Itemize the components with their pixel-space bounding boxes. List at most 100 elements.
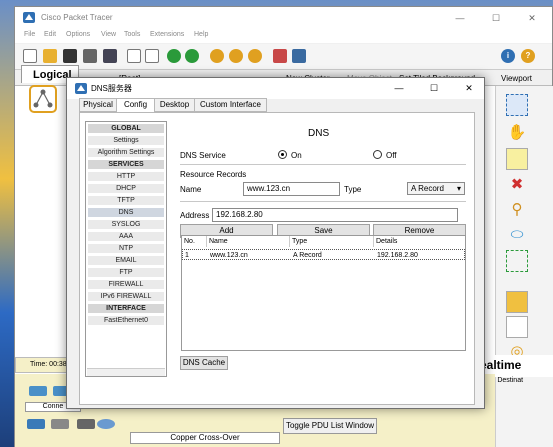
viewport-button[interactable]: Viewport	[501, 74, 532, 83]
logical-view-icon[interactable]	[29, 85, 57, 113]
address-input[interactable]: 192.168.2.80	[212, 208, 458, 222]
config-navigation-list: GLOBAL Settings Algorithm Settings SERVI…	[85, 121, 167, 377]
help-icon[interactable]: ?	[521, 49, 535, 63]
dns-heading: DNS	[308, 128, 330, 139]
dialog-title-bar[interactable]: DNS服务器 — ☐ ✕	[67, 78, 484, 99]
table-header-type: Type	[290, 236, 374, 247]
inspect-tool-icon[interactable]: ⚲	[506, 199, 528, 221]
address-label: Address	[180, 211, 210, 220]
pt-maximize-button[interactable]: ☐	[484, 10, 508, 26]
config-item-ntp[interactable]: NTP	[88, 244, 164, 254]
table-header-name: Name	[207, 236, 290, 247]
pt-menu-bar: File Edit Options View Tools Extensions …	[15, 29, 552, 43]
resize-shape-icon[interactable]	[506, 250, 528, 272]
tab-desktop[interactable]: Desktop	[154, 98, 195, 112]
menu-extensions[interactable]: Extensions	[150, 31, 184, 38]
redo-icon[interactable]	[185, 49, 199, 63]
copy-icon[interactable]	[127, 49, 141, 63]
menu-edit[interactable]: Edit	[44, 31, 56, 38]
table-row[interactable]: 1 www.123.cn A Record 192.168.2.80	[182, 249, 465, 260]
config-tab-panel: GLOBAL Settings Algorithm Settings SERVI…	[79, 112, 475, 405]
dialog-close-button[interactable]: ✕	[455, 80, 483, 97]
dns-service-off-radio[interactable]	[373, 150, 382, 159]
table-header-no: No.	[182, 236, 207, 247]
custom-device-icon[interactable]	[292, 49, 306, 63]
paste-icon[interactable]	[145, 49, 159, 63]
row-type: A Record	[293, 252, 322, 259]
new-file-icon[interactable]	[23, 49, 37, 63]
config-item-dns[interactable]: DNS	[88, 208, 164, 218]
menu-tools[interactable]: Tools	[124, 31, 140, 38]
add-complex-pdu-icon[interactable]	[506, 316, 528, 338]
divider	[180, 164, 466, 165]
row-no: 1	[185, 252, 189, 259]
record-name-label: Name	[180, 185, 202, 194]
save-icon[interactable]	[63, 49, 77, 63]
palette-icon[interactable]	[273, 49, 287, 63]
config-header-services: SERVICES	[88, 160, 164, 170]
record-type-select[interactable]: A Record	[407, 182, 465, 195]
row-details: 192.168.2.80	[377, 252, 418, 259]
config-item-fastethernet0[interactable]: FastEthernet0	[88, 316, 164, 326]
zoom-in-icon[interactable]	[210, 49, 224, 63]
config-list-scrollbar[interactable]	[87, 368, 165, 376]
open-folder-icon[interactable]	[43, 49, 57, 63]
hand-tool-icon[interactable]: ✋	[506, 122, 528, 144]
config-item-aaa[interactable]: AAA	[88, 232, 164, 242]
config-item-firewall[interactable]: FIREWALL	[88, 280, 164, 290]
realtime-label: ealtime	[480, 358, 522, 372]
server-device-icon[interactable]	[51, 419, 69, 429]
print-icon[interactable]	[83, 49, 97, 63]
destination-header: Destinat	[497, 377, 524, 384]
menu-help[interactable]: Help	[194, 31, 208, 38]
menu-options[interactable]: Options	[66, 31, 90, 38]
device-router-icon[interactable]	[29, 386, 47, 396]
packet-tracer-logo-icon	[23, 12, 35, 23]
config-item-settings[interactable]: Settings	[88, 136, 164, 146]
config-item-dhcp[interactable]: DHCP	[88, 184, 164, 194]
config-item-algorithm-settings[interactable]: Algorithm Settings	[88, 148, 164, 158]
config-item-ftp[interactable]: FTP	[88, 268, 164, 278]
pt-minimize-button[interactable]: —	[448, 10, 472, 26]
config-item-tftp[interactable]: TFTP	[88, 196, 164, 206]
draw-shape-icon[interactable]: ⬭	[506, 224, 528, 246]
dns-service-on-label: On	[291, 151, 302, 160]
delete-tool-icon[interactable]: ✖	[506, 174, 528, 196]
record-type-label: Type	[344, 185, 362, 194]
dns-service-off-label: Off	[386, 151, 397, 160]
pt-toolbar: i ?	[15, 44, 552, 70]
end-device-icon[interactable]	[27, 419, 45, 429]
menu-file[interactable]: File	[24, 31, 35, 38]
note-tool-icon[interactable]	[506, 148, 528, 170]
selected-connection-label: Copper Cross-Over	[130, 432, 280, 444]
dialog-minimize-button[interactable]: —	[385, 80, 413, 97]
menu-view[interactable]: View	[101, 31, 116, 38]
add-simple-pdu-icon[interactable]	[506, 291, 528, 313]
pt-close-button[interactable]: ✕	[520, 10, 544, 26]
right-tool-panel: ✋ ✖ ⚲ ⬭ ◎	[495, 86, 553, 447]
info-icon[interactable]: i	[501, 49, 515, 63]
config-item-ipv6-firewall[interactable]: IPv6 FIREWALL	[88, 292, 164, 302]
dns-server-dialog: DNS服务器 — ☐ ✕ Physical Config Desktop Cus…	[66, 77, 485, 409]
cable-auto-icon[interactable]	[77, 419, 95, 429]
config-item-syslog[interactable]: SYSLOG	[88, 220, 164, 230]
activity-wizard-icon[interactable]	[103, 49, 117, 63]
config-item-email[interactable]: EMAIL	[88, 256, 164, 266]
record-name-input[interactable]: www.123.cn	[243, 182, 340, 196]
undo-icon[interactable]	[167, 49, 181, 63]
tab-custom-interface[interactable]: Custom Interface	[194, 98, 267, 112]
time-label: Time: 00:38	[30, 361, 67, 368]
select-tool-icon[interactable]	[506, 94, 528, 116]
wireless-device-icon[interactable]	[97, 419, 115, 429]
dns-service-on-radio[interactable]	[278, 150, 287, 159]
tab-physical[interactable]: Physical	[79, 98, 117, 112]
config-item-http[interactable]: HTTP	[88, 172, 164, 182]
dialog-title: DNS服务器	[91, 84, 132, 93]
toggle-pdu-list-button[interactable]: Toggle PDU List Window	[283, 418, 377, 434]
zoom-reset-icon[interactable]	[229, 49, 243, 63]
zoom-out-icon[interactable]	[248, 49, 262, 63]
dialog-maximize-button[interactable]: ☐	[420, 80, 448, 97]
dns-cache-button[interactable]: DNS Cache	[180, 356, 228, 370]
tab-config[interactable]: Config	[116, 98, 155, 113]
resource-records-label: Resource Records	[180, 170, 247, 179]
